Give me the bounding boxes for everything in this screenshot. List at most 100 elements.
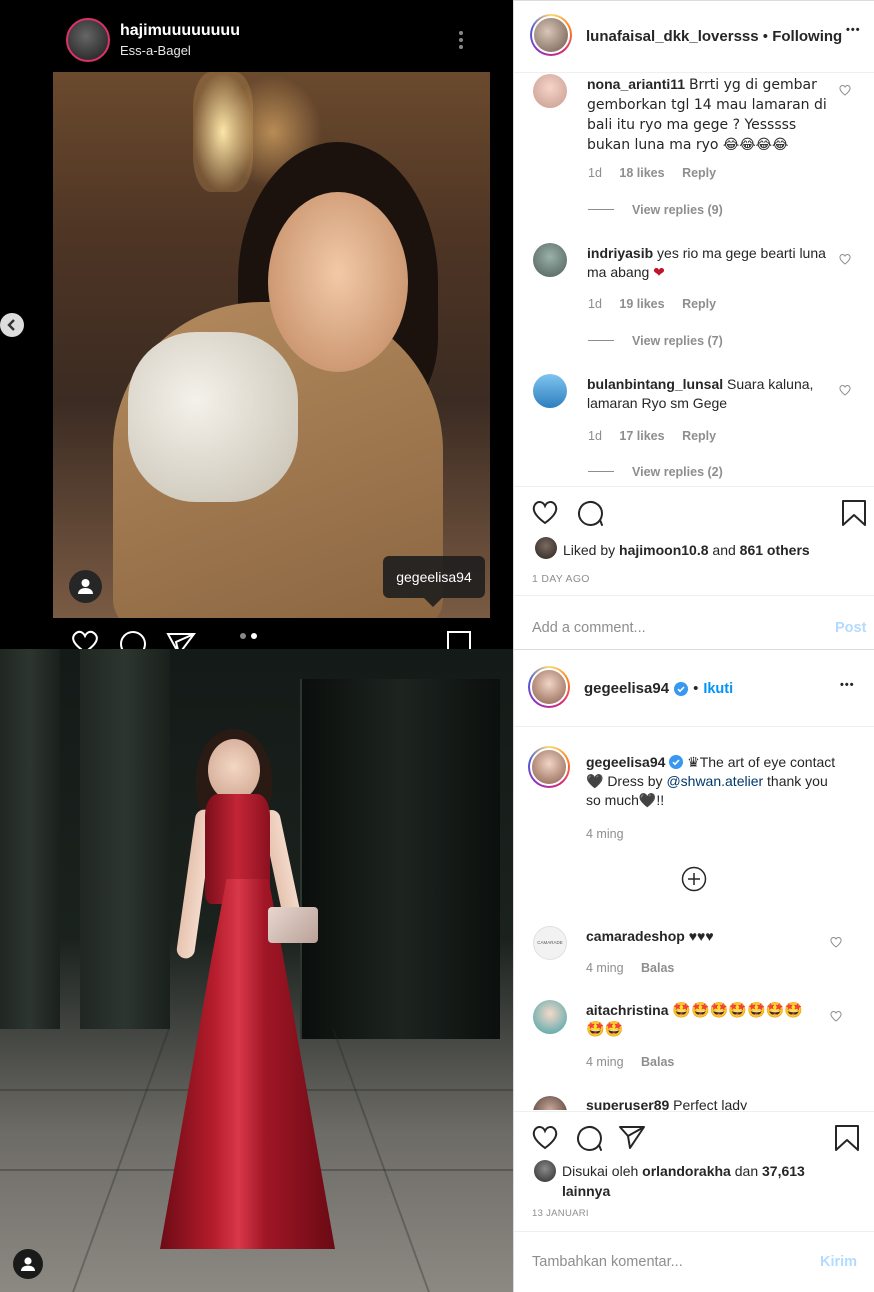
comment-avatar[interactable]: [533, 74, 567, 108]
liked-by-user[interactable]: orlandorakha: [642, 1163, 731, 1179]
comment-meta: 1d 17 likes Reply: [588, 429, 716, 443]
view-replies-line: [588, 340, 614, 341]
story-avatar[interactable]: [66, 18, 110, 62]
post-comment-button[interactable]: Kirim: [820, 1254, 857, 1270]
caption-mention[interactable]: @shwan.atelier: [666, 773, 763, 789]
carousel-dot: [240, 633, 246, 639]
comment-meta: 1d 19 likes Reply: [588, 297, 716, 311]
reply-button[interactable]: Reply: [682, 297, 716, 311]
liked-by-avatar[interactable]: [534, 1160, 556, 1182]
comment-username[interactable]: aitachristina: [586, 1002, 668, 1018]
heart-icon[interactable]: [531, 499, 559, 525]
story-username[interactable]: hajimuuuuuuuu: [120, 22, 240, 40]
comment-text: bulanbintang_lunsal Suara kaluna, lamara…: [587, 375, 832, 413]
verified-badge-icon: [669, 755, 684, 769]
comment-time: 1d: [588, 429, 602, 443]
heart-icon[interactable]: [839, 253, 851, 265]
view-replies-button[interactable]: View replies (2): [632, 465, 723, 479]
header-separator: •: [762, 28, 769, 45]
liked-by-prefix: Liked by: [563, 542, 616, 558]
caption-time[interactable]: 4 ming: [586, 827, 624, 841]
bookmark-icon[interactable]: [841, 499, 867, 527]
comment-avatar[interactable]: CAMARADE: [533, 926, 567, 960]
comment-text: aitachristina 🤩🤩🤩🤩🤩🤩🤩🤩🤩: [586, 1001, 806, 1039]
avatar[interactable]: [528, 666, 570, 708]
comment-avatar[interactable]: [533, 374, 567, 408]
comment-body: Perfect lady: [673, 1097, 748, 1110]
comment-likes[interactable]: 17 likes: [619, 429, 664, 443]
comment-username[interactable]: nona_arianti11: [587, 76, 685, 92]
heart-icon[interactable]: [830, 936, 842, 948]
reply-button[interactable]: Reply: [682, 429, 716, 443]
story-location[interactable]: Ess-a-Bagel: [120, 43, 191, 58]
heart-icon[interactable]: [531, 1124, 559, 1150]
more-options-icon[interactable]: •••: [846, 24, 861, 36]
follow-button[interactable]: Following: [772, 28, 842, 45]
comment-username[interactable]: indriyasib: [587, 245, 653, 261]
reply-button[interactable]: Balas: [641, 961, 674, 975]
liked-by-others[interactable]: 861 others: [740, 542, 810, 558]
view-replies-button[interactable]: View replies (9): [632, 203, 723, 217]
tagged-user-icon[interactable]: [69, 570, 102, 603]
view-replies-button[interactable]: View replies (7): [632, 334, 723, 348]
comment-input[interactable]: Tambahkan komentar...: [532, 1254, 683, 1270]
header-line: gegeelisa94 • Ikuti: [584, 680, 733, 697]
floor-tile-line: [72, 1029, 170, 1292]
photo-tag[interactable]: gegeelisa94: [383, 556, 485, 598]
reply-button[interactable]: Balas: [641, 1055, 674, 1069]
comment-avatar[interactable]: [533, 1000, 567, 1034]
post-timestamp[interactable]: 13 JANUARI: [532, 1208, 589, 1219]
caption-username[interactable]: gegeelisa94: [586, 754, 665, 770]
comment-icon[interactable]: [575, 1124, 603, 1152]
comment-likes[interactable]: 19 likes: [619, 297, 664, 311]
tagged-user-icon[interactable]: [13, 1249, 43, 1279]
verified-badge-icon: [674, 681, 689, 696]
divider: [514, 595, 874, 596]
post-timestamp[interactable]: 1 DAY AGO: [532, 573, 590, 585]
previous-arrow-icon[interactable]: [0, 313, 24, 337]
liked-by-and: dan: [734, 1163, 759, 1179]
caption-text: gegeelisa94 ♛The art of eye contact🖤 Dre…: [586, 753, 846, 810]
background-glass-door: [300, 679, 500, 1039]
view-replies-line: [588, 471, 614, 472]
plus-circle-icon[interactable]: [681, 866, 707, 892]
bookmark-icon[interactable]: [834, 1124, 860, 1152]
heart-icon[interactable]: [830, 1010, 842, 1022]
header-separator: •: [693, 680, 699, 697]
post-photo: [0, 649, 513, 1292]
comment-username[interactable]: bulanbintang_lunsal: [587, 376, 723, 392]
comment-likes[interactable]: 18 likes: [619, 166, 664, 180]
more-options-icon[interactable]: [452, 28, 470, 52]
share-icon[interactable]: [166, 630, 196, 649]
bookmark-icon[interactable]: [446, 630, 472, 649]
divider: [514, 486, 874, 487]
heart-icon[interactable]: [839, 84, 851, 96]
comment-icon[interactable]: [576, 499, 604, 527]
comment-avatar[interactable]: [533, 243, 567, 277]
caption-avatar[interactable]: [528, 746, 570, 788]
avatar[interactable]: [530, 14, 572, 56]
liked-by-user[interactable]: hajimoon10.8: [619, 542, 708, 558]
heart-icon[interactable]: [839, 384, 851, 396]
post-comment-button[interactable]: Post: [835, 620, 866, 636]
comment-time: 1d: [588, 166, 602, 180]
comment-avatar[interactable]: [533, 1096, 567, 1110]
more-options-icon[interactable]: •••: [840, 679, 855, 691]
comment-input[interactable]: Add a comment...: [532, 620, 646, 636]
share-icon[interactable]: [618, 1124, 646, 1150]
post-header: lunafaisal_dkk_loversss • Following •••: [514, 1, 874, 73]
header-username[interactable]: gegeelisa94: [584, 680, 669, 697]
floor-tile-line: [332, 1029, 430, 1292]
photo-tag-pointer: [424, 598, 442, 607]
comment-time: 4 ming: [586, 961, 624, 975]
reply-button[interactable]: Reply: [682, 166, 716, 180]
follow-button[interactable]: Ikuti: [703, 681, 733, 697]
post-header: gegeelisa94 • Ikuti •••: [514, 650, 874, 727]
header-username[interactable]: lunafaisal_dkk_loversss: [586, 28, 759, 45]
heart-icon[interactable]: [70, 630, 100, 649]
photo-subject-face: [268, 192, 408, 372]
comment-icon[interactable]: [118, 630, 148, 649]
comment-username[interactable]: superuser89: [586, 1097, 669, 1110]
comment-username[interactable]: camaradeshop: [586, 928, 685, 944]
liked-by-avatar[interactable]: [535, 537, 557, 559]
